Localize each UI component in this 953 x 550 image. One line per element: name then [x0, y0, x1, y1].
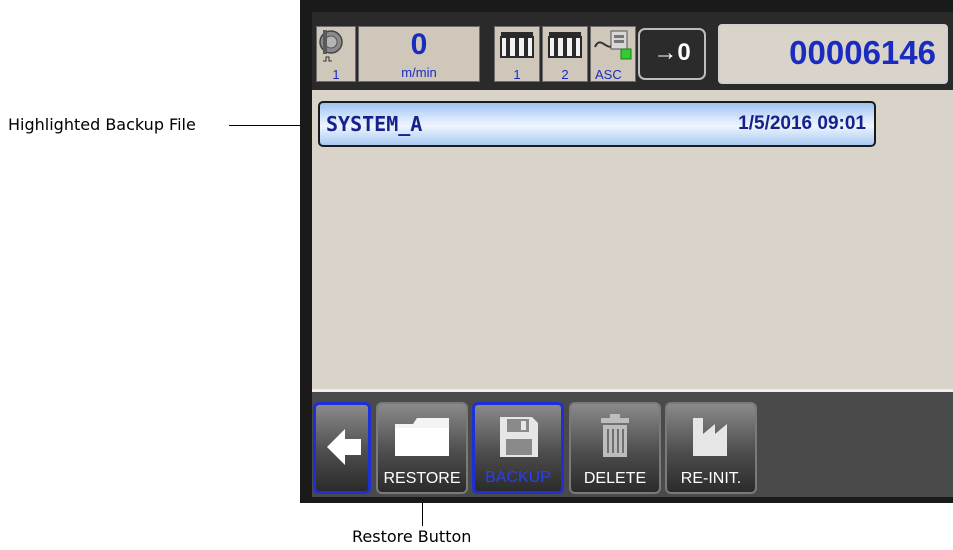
- floppy-disk-icon: [500, 417, 538, 457]
- printhead-icon: [500, 32, 534, 58]
- backup-file-name: SYSTEM_A: [326, 112, 423, 136]
- backup-file-date: 1/5/2016 09:01: [738, 113, 866, 134]
- printhead-2-number: 2: [561, 67, 569, 82]
- printhead-2-tile[interactable]: 2: [542, 26, 588, 82]
- restore-label: RESTORE: [383, 470, 461, 487]
- counter-tile: 00006146: [718, 24, 948, 84]
- backup-file-row-highlighted[interactable]: SYSTEM_A 1/5/2016 09:01: [318, 101, 876, 147]
- arrow-left-icon: [327, 429, 361, 465]
- delete-label: DELETE: [583, 470, 647, 487]
- reset-counter-button[interactable]: →0: [638, 28, 706, 80]
- printhead-1-tile[interactable]: 1: [494, 26, 540, 82]
- encoder-icon: [319, 30, 343, 62]
- asc-network-icon: [594, 30, 632, 60]
- asc-label: ASC: [595, 67, 622, 82]
- backup-label: BACKUP: [485, 469, 551, 486]
- speed-tile: 0 m/min: [358, 26, 480, 82]
- back-button[interactable]: [313, 402, 371, 494]
- asc-tile[interactable]: ASC: [590, 26, 636, 82]
- callout-restore-button: Restore Button: [352, 527, 472, 546]
- speed-value: 0: [410, 28, 428, 61]
- reset-counter-label: →0: [653, 39, 691, 66]
- printhead-icon: [548, 32, 582, 58]
- printhead-1-number: 1: [513, 67, 521, 82]
- callout-line-restore: [422, 500, 423, 526]
- delete-button[interactable]: DELETE: [569, 402, 661, 494]
- callout-highlighted-backup-file: Highlighted Backup File: [8, 115, 196, 134]
- reinit-label: RE-INIT.: [680, 470, 742, 487]
- restore-button[interactable]: RESTORE: [376, 402, 468, 494]
- encoder-tile[interactable]: 1: [316, 26, 356, 82]
- encoder-number: 1: [332, 67, 340, 82]
- hmi-screen: 1 0 m/min 1 2 ASC →0 00006146 SYSTEM_A 1…: [312, 12, 953, 497]
- toolbar-divider: [312, 389, 953, 392]
- backup-button[interactable]: BACKUP: [472, 402, 564, 494]
- trash-icon: [601, 414, 629, 457]
- factory-icon: [693, 418, 727, 456]
- speed-unit: m/min: [401, 65, 437, 80]
- folder-icon: [395, 418, 449, 456]
- reinit-button[interactable]: RE-INIT.: [665, 402, 757, 494]
- product-counter: 00006146: [789, 34, 936, 71]
